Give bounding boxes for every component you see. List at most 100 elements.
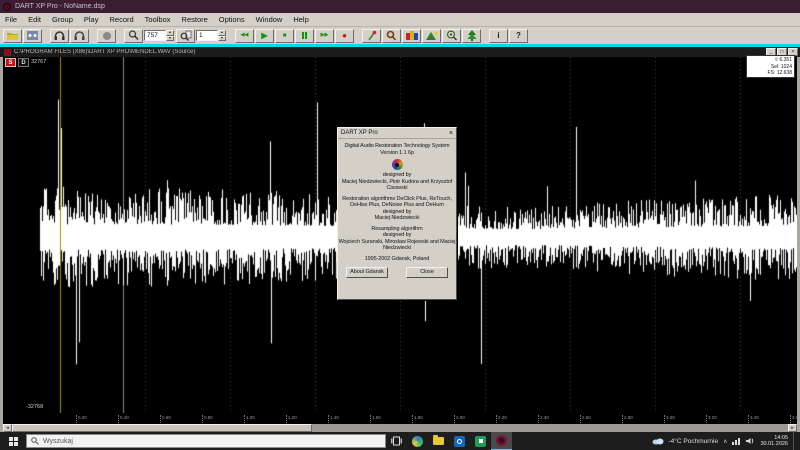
play-button[interactable]: ▶ [255,29,274,43]
menu-item-play[interactable]: Play [84,15,99,24]
clock[interactable]: 14:05 30.01.2026 [760,435,788,448]
menu-item-restore[interactable]: Restore [182,15,208,24]
about-gdansk-button[interactable]: About Gdansk [346,267,388,278]
menu-item-file[interactable]: File [5,15,17,24]
record-button[interactable]: ● [335,29,354,43]
gray-ball-icon [102,31,112,41]
wave-window-icon [4,49,11,56]
ruler-tick: 2.40 [538,415,549,423]
source-channel-button[interactable]: S [5,58,16,67]
speaker-icon[interactable] [746,437,755,445]
magnifier-icon [128,30,139,41]
headphones-icon [54,31,65,41]
help-button[interactable]: ? [509,29,528,43]
zoom-button[interactable] [124,29,143,43]
dialog-close-icon[interactable]: × [449,130,453,137]
horizontal-scrollbar[interactable]: ◄ ► [3,424,797,432]
info-button[interactable]: i [489,29,508,43]
preview-button[interactable] [70,29,89,43]
dehum-button[interactable] [422,29,441,43]
menu-item-window[interactable]: Window [256,15,283,24]
sparkler-icon [366,30,377,41]
rewind-icon: ◀◀ [241,33,249,38]
record-icon: ● [342,32,347,40]
record-monitor-button[interactable] [97,29,116,43]
analyze-button[interactable] [442,29,461,43]
rewind-button[interactable]: ◀◀ [235,29,254,43]
time-ruler: 0.200.400.600.801.001.201.401.601.802.00… [3,413,797,424]
open-folder-icon [7,31,18,40]
horn-icon [386,30,397,41]
search-input[interactable]: Wyszukaj [26,434,386,448]
about-dialog-title-bar[interactable]: DART XP Pro × [338,128,456,139]
ruler-tick: 2.60 [580,415,591,423]
stop-icon: ■ [283,33,287,39]
task-view-button[interactable] [386,432,407,450]
headphones-preview-icon [74,31,85,41]
pine-tree-icon [467,30,477,41]
menu-item-help[interactable]: Help [293,15,308,24]
page-down-button[interactable]: ▼ [218,36,226,42]
app-title-bar: DART XP Pro - NoName.dsp [0,0,800,13]
toolbar: 757 ▲▼ 1 ▲▼ ◀◀ ▶ ■ ▶▶ ● [0,27,800,44]
palette-icon [406,31,418,41]
cd-icon [392,159,403,170]
ruler-tick: 2.20 [496,415,507,423]
zoom-value-field[interactable]: 757 [144,30,166,41]
file-explorer-icon [433,437,444,445]
page-spinner[interactable]: 1 ▲▼ [196,30,226,41]
taskbar-outlook-button[interactable] [449,432,470,450]
dehiss-button[interactable] [382,29,401,43]
open-button[interactable] [3,29,22,43]
stop-button[interactable]: ■ [275,29,294,43]
scroll-thumb[interactable] [12,424,312,432]
ffwd-button[interactable]: ▶▶ [315,29,334,43]
taskbar-dart-button[interactable] [491,432,512,450]
search-placeholder: Wyszukaj [43,438,73,445]
ruler-tick: 2.00 [454,415,465,423]
page-value-field[interactable]: 1 [196,30,218,41]
network-icon[interactable] [732,437,741,445]
menu-item-group[interactable]: Group [52,15,73,24]
weather-text[interactable]: -4°C Pochmurnie [669,438,719,445]
ruler-tick: 3.40 [748,415,759,423]
ruler-tick: 1.40 [328,415,339,423]
zoom-down-button[interactable]: ▼ [166,36,174,42]
menu-item-edit[interactable]: Edit [28,15,41,24]
show-desktop-button[interactable] [793,432,796,450]
search-icon [31,437,39,445]
ruler-tick: 3.60 [790,415,800,423]
destination-channel-button[interactable]: D [18,58,29,67]
taskbar-explorer-button[interactable] [428,432,449,450]
taskbar-browser-button[interactable] [407,432,428,450]
start-button[interactable] [0,432,26,450]
menu-item-record[interactable]: Record [109,15,133,24]
ruler-tick: 0.60 [160,415,171,423]
declick-button[interactable] [362,29,381,43]
app-title: DART XP Pro - NoName.dsp [15,3,105,10]
ruler-tick: 1.80 [412,415,423,423]
green-app-icon [475,436,486,447]
taskbar-green-app-button[interactable] [470,432,491,450]
save-button[interactable] [23,29,42,43]
denoise-button[interactable] [402,29,421,43]
zoom-spinner[interactable]: 757 ▲▼ [144,30,174,41]
about-dialog-body: Digital Audio Restoration Technology Sys… [338,139,456,278]
monitor-button[interactable] [50,29,69,43]
dialog-close-button[interactable]: Close [406,267,448,278]
tray-chevron-icon[interactable]: ∧ [723,438,727,445]
pause-button[interactable] [295,29,314,43]
wave-window-title-bar[interactable]: C:\PROGRAM FILES (X86)\DART XP PRO\MENDE… [0,47,800,57]
windows-logo-icon [9,437,18,446]
ruler-tick: 1.60 [370,415,381,423]
menu-bar: File Edit Group Play Record Toolbox Restore Opt… [0,13,800,27]
authors-3: Wojciech Suranski, Miroslaw Rojewski and… [338,239,456,252]
outlook-icon [454,436,465,447]
scroll-right-button[interactable]: ► [788,424,797,432]
scroll-left-button[interactable]: ◄ [3,424,12,432]
app-icon [3,3,11,11]
page-zoom-button[interactable] [176,29,195,43]
tree-button[interactable] [462,29,481,43]
menu-item-toolbox[interactable]: Toolbox [145,15,171,24]
menu-item-options[interactable]: Options [219,15,245,24]
